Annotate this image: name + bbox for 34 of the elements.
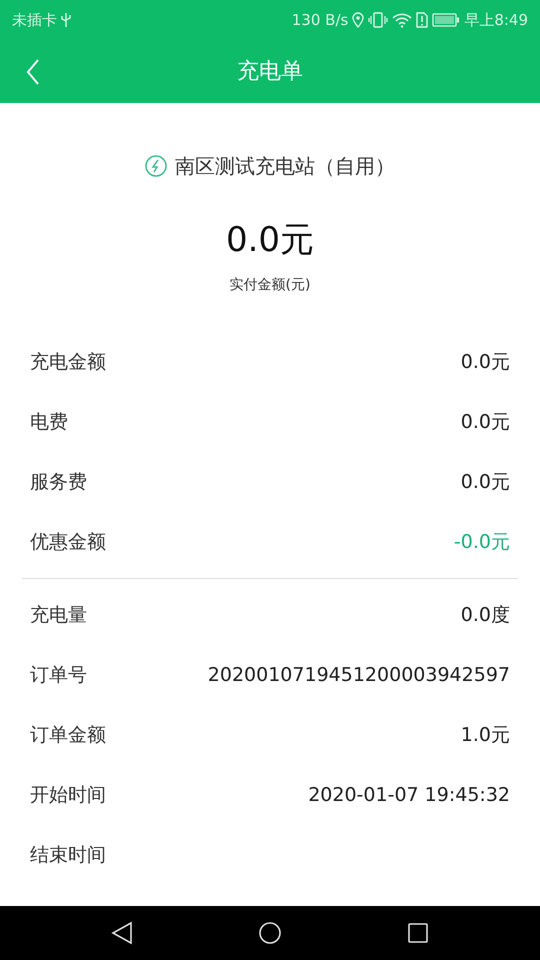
recents-nav-icon[interactable] [407, 922, 430, 944]
vibrate-icon [368, 12, 388, 28]
row-label: 开始时间 [30, 782, 106, 808]
row-value: 0.0元 [460, 350, 510, 375]
battery-icon [432, 13, 460, 27]
row-value: 1.0元 [460, 722, 510, 748]
row-value: 2020010719451200003942597 [208, 662, 510, 688]
row-value: 0.0度 [460, 602, 510, 628]
row-label: 服务费 [30, 470, 87, 495]
network-speed: 130 B/s [292, 10, 348, 31]
row-label: 结束时间 [30, 842, 106, 868]
lightning-icon [145, 155, 167, 177]
row-label: 订单号 [30, 662, 87, 688]
row-label: 订单金额 [30, 722, 106, 748]
paid-amount-label: 实付金额(元) [230, 277, 310, 293]
clock-text: 早上8:49 [464, 10, 528, 31]
station-name: 南区测试充电站（自用） [175, 153, 395, 180]
row-value: 0.0元 [460, 410, 510, 435]
page-title: 充电单 [237, 58, 303, 86]
row-value: 0.0元 [460, 470, 510, 495]
carrier-text: 未插卡 [12, 10, 57, 31]
row-label: 充电金额 [30, 350, 106, 375]
paid-amount: 0.0元 [226, 220, 314, 260]
usb-icon [61, 12, 71, 28]
location-icon [352, 12, 364, 28]
sim-alert-icon [416, 12, 428, 28]
row-label: 电费 [30, 410, 68, 435]
wifi-icon [392, 12, 412, 28]
row-value: -0.0元 [454, 530, 510, 555]
back-nav-icon[interactable] [110, 921, 133, 945]
home-nav-icon[interactable] [258, 921, 282, 945]
row-label: 优惠金额 [30, 530, 106, 555]
row-label: 充电量 [30, 602, 87, 628]
row-value: 2020-01-07 19:45:32 [308, 782, 510, 808]
